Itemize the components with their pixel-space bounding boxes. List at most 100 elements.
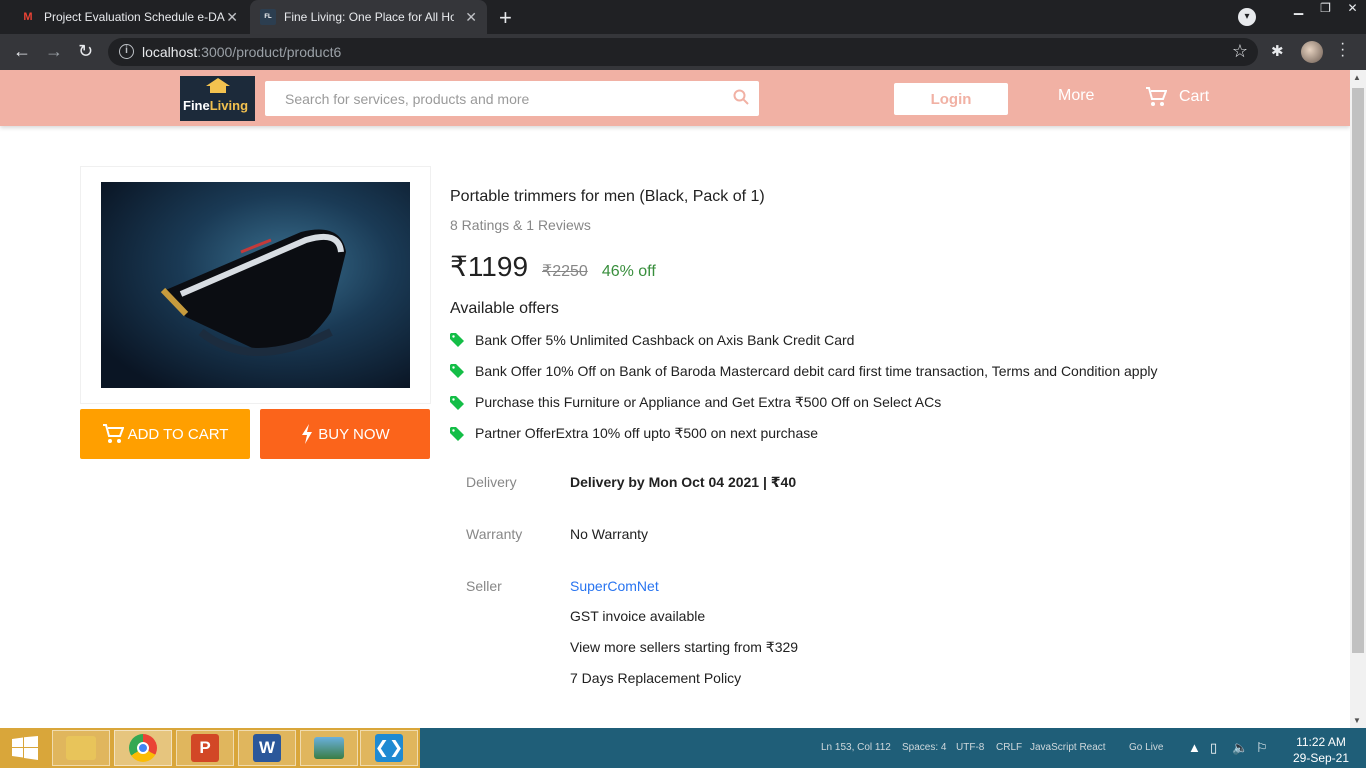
windows-taskbar: P W ❮❯ Ln 153, Col 112 Spaces: 4 UTF-8 C… [0, 728, 1366, 768]
clock-date: 29-Sep-21 [1292, 751, 1350, 765]
photos-taskbar-item[interactable] [300, 730, 358, 766]
fineliving-icon: FL [260, 9, 276, 25]
chrome-taskbar-item[interactable] [114, 730, 172, 766]
file-explorer-taskbar-item[interactable] [52, 730, 110, 766]
seller-info: View more sellers starting from ₹329 [570, 639, 799, 655]
status-language[interactable]: JavaScript React [1030, 742, 1106, 753]
tab-title: Project Evaluation Schedule e-DA [44, 10, 225, 24]
network-icon[interactable]: ▯ [1210, 740, 1217, 756]
cart-icon [1146, 87, 1167, 106]
gmail-icon: M [23, 11, 33, 23]
forward-icon[interactable]: → [45, 41, 63, 62]
site-header: FineLiving Login More Cart [0, 70, 1350, 126]
add-to-cart-label: ADD TO CART [127, 425, 229, 443]
back-icon[interactable]: ← [13, 41, 31, 62]
folder-icon [66, 736, 96, 760]
offer-item: Bank Offer 5% Unlimited Cashback on Axis… [450, 332, 854, 348]
close-tab-icon[interactable]: ✕ [226, 9, 238, 26]
taskbar-clock[interactable]: 11:22 AM 29-Sep-21 [1286, 734, 1356, 766]
mrp: ₹2250 [542, 263, 588, 280]
offer-text: Purchase this Furniture or Appliance and… [475, 394, 942, 410]
scroll-down-icon[interactable]: ▼ [1353, 716, 1361, 725]
status-encoding[interactable]: UTF-8 [956, 742, 984, 753]
product-ratings: 8 Ratings & 1 Reviews [450, 217, 591, 233]
login-button[interactable]: Login [894, 83, 1008, 115]
tag-icon [450, 364, 464, 378]
offers-heading: Available offers [450, 300, 559, 317]
tray-chevron-icon[interactable]: ▲ [1188, 740, 1201, 755]
offer-text: Bank Offer 5% Unlimited Cashback on Axis… [475, 332, 855, 348]
close-window-icon[interactable]: ✕ [1339, 0, 1366, 18]
vscode-statusbar [420, 728, 1366, 768]
search-input[interactable] [265, 81, 715, 116]
buy-now-button[interactable]: BUY NOW [260, 409, 430, 459]
restore-icon[interactable]: ❐ [1312, 0, 1339, 18]
notification-icon[interactable]: ⚐ [1256, 740, 1268, 756]
buy-now-label: BUY NOW [318, 425, 390, 443]
offer-item: Partner OfferExtra 10% off upto ₹500 on … [450, 425, 818, 442]
house-logo-icon [204, 78, 232, 94]
window-controls: ▁ ❐ ✕ [1285, 0, 1366, 20]
bookmark-star-icon[interactable]: ☆ [1232, 41, 1248, 62]
address-bar[interactable]: i localhost:3000/product/product6 ☆ [108, 38, 1258, 66]
logo-text-fine: Fine [183, 98, 210, 113]
new-tab-icon[interactable]: + [499, 5, 512, 31]
volume-icon[interactable]: 🔈 [1232, 740, 1248, 756]
status-eol[interactable]: CRLF [996, 742, 1022, 753]
offer-text: Partner OfferExtra 10% off upto ₹500 on … [475, 425, 819, 441]
powerpoint-icon: P [191, 734, 219, 762]
word-icon: W [253, 734, 281, 762]
warranty-value: No Warranty [570, 526, 649, 542]
vscode-taskbar-item[interactable]: ❮❯ [360, 730, 418, 766]
close-tab-icon[interactable]: ✕ [465, 9, 477, 26]
page-scrollbar[interactable]: ▲ ▼ [1350, 70, 1366, 728]
add-to-cart-button[interactable]: ADD TO CART [80, 409, 250, 459]
offer-item: Bank Offer 10% Off on Bank of Baroda Mas… [450, 363, 1157, 379]
status-go-live[interactable]: Go Live [1129, 742, 1163, 753]
cart-link[interactable]: Cart [1145, 87, 1209, 107]
url-host: localhost [142, 44, 198, 60]
reload-icon[interactable]: ↻ [78, 41, 93, 62]
menu-kebab-icon[interactable]: · · · [1340, 36, 1345, 64]
page-viewport: FineLiving Login More Cart ADD TO CART [0, 70, 1350, 728]
avatar[interactable] [1301, 41, 1323, 63]
product-title: Portable trimmers for men (Black, Pack o… [450, 188, 765, 205]
browser-toolbar: ← → ↻ i localhost:3000/product/product6 … [0, 34, 1366, 70]
scroll-up-icon[interactable]: ▲ [1353, 73, 1361, 82]
trimmer-image [160, 229, 346, 356]
price: ₹1199 [450, 251, 529, 282]
seller-info: GST invoice available [570, 608, 706, 624]
tag-icon [450, 333, 464, 347]
delivery-value: Delivery by Mon Oct 04 2021 | ₹40 [570, 474, 797, 490]
tag-icon [450, 426, 464, 441]
photos-icon [314, 737, 344, 759]
url-text[interactable]: localhost:3000/product/product6 [142, 44, 341, 60]
site-info-icon[interactable]: i [119, 44, 134, 59]
windows-start-icon[interactable] [12, 736, 38, 760]
cart-icon [102, 424, 124, 443]
powerpoint-taskbar-item[interactable]: P [176, 730, 234, 766]
tab-fineliving[interactable]: FL Fine Living: One Place for All Hou ✕ [250, 0, 487, 34]
flash-icon [302, 424, 313, 444]
vscode-icon: ❮❯ [375, 734, 403, 762]
url-path: :3000/product/product6 [197, 44, 342, 60]
offer-text: Bank Offer 10% Off on Bank of Baroda Mas… [475, 363, 1158, 379]
seller-info: 7 Days Replacement Policy [570, 670, 742, 686]
status-spaces[interactable]: Spaces: 4 [902, 742, 946, 753]
clock-time: 11:22 AM [1296, 735, 1346, 749]
chrome-icon [129, 734, 157, 762]
search-icon[interactable] [733, 89, 749, 105]
tab-gmail[interactable]: M Project Evaluation Schedule e-DA ✕ [8, 0, 248, 34]
scrollbar-thumb[interactable] [1352, 88, 1364, 653]
minimize-icon[interactable]: ▁ [1285, 0, 1312, 18]
more-menu[interactable]: More [1058, 87, 1094, 105]
product-photo[interactable] [101, 182, 410, 388]
site-logo[interactable]: FineLiving [180, 76, 255, 121]
status-position[interactable]: Ln 153, Col 112 [821, 742, 891, 753]
warranty-label: Warranty [466, 526, 523, 542]
seller-link[interactable]: SuperComNet [570, 578, 659, 594]
cart-label: Cart [1179, 88, 1210, 105]
tab-search-icon[interactable]: ▾ [1238, 8, 1256, 26]
word-taskbar-item[interactable]: W [238, 730, 296, 766]
extensions-icon[interactable]: ✱ [1271, 42, 1284, 60]
